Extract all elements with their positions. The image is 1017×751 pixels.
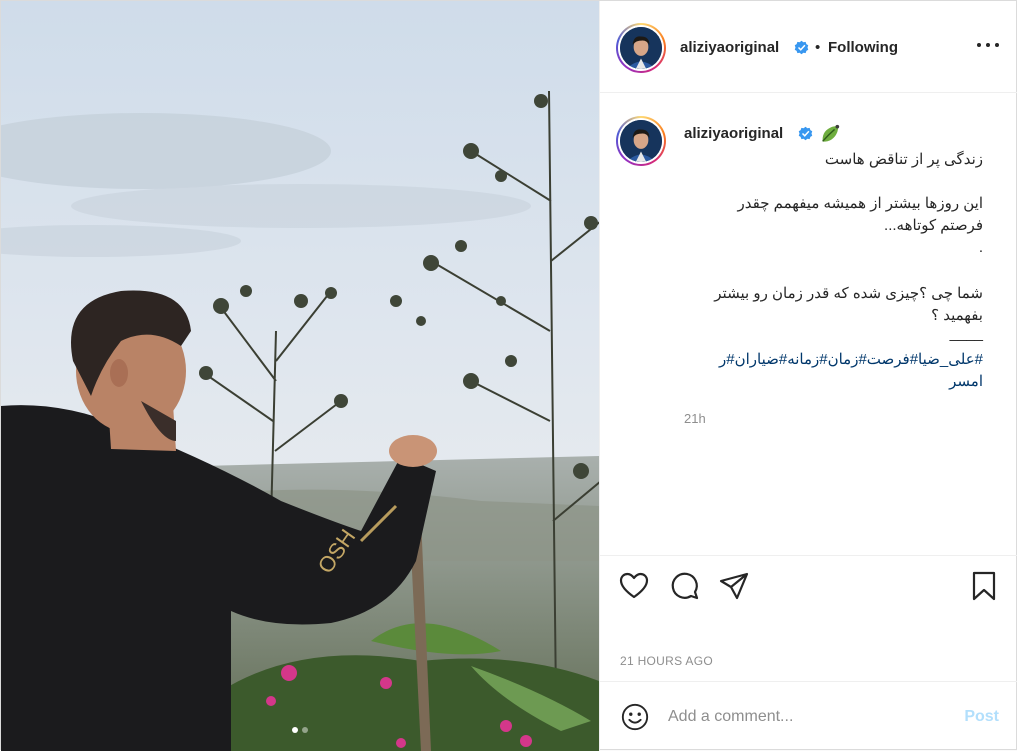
- action-bar: 21 HOURS AGO: [600, 555, 1017, 681]
- caption-hashtags[interactable]: امسر: [949, 371, 983, 393]
- verified-badge-icon: [798, 126, 813, 141]
- more-options-icon[interactable]: [977, 34, 999, 56]
- caption-username[interactable]: aliziyaoriginal: [684, 125, 783, 142]
- caption-hashtags[interactable]: #علی_ضیا#فرصت#زمان#زمانه#ضیاران#ر: [719, 349, 983, 371]
- comment-icon[interactable]: [668, 570, 700, 602]
- post-photo[interactable]: OSH: [1, 1, 599, 751]
- carousel-dot: [302, 727, 308, 733]
- instagram-post: OSH aliziyaoriginal • Following aliziyao…: [0, 0, 1017, 751]
- comment-bar: Post: [600, 681, 1017, 751]
- carousel-indicator: [1, 727, 599, 733]
- leaf-emoji-icon: [822, 124, 840, 142]
- heart-icon[interactable]: [618, 570, 650, 602]
- carousel-dot-active: [292, 727, 298, 733]
- emoji-icon[interactable]: [620, 702, 650, 732]
- post-author-username[interactable]: aliziyaoriginal: [680, 39, 779, 56]
- avatar-icon: [620, 27, 662, 69]
- following-button[interactable]: Following: [828, 39, 898, 56]
- photo-scene: OSH: [1, 1, 599, 751]
- verified-badge-icon: [794, 40, 809, 55]
- share-icon[interactable]: [718, 570, 750, 602]
- post-details-panel: aliziyaoriginal • Following aliziyaorigi…: [599, 1, 1017, 751]
- comment-input[interactable]: [668, 706, 938, 728]
- caption-line: شما چی ؟چیزی شده که قدر زمان رو بیشتر: [714, 285, 983, 302]
- caption-line: این روزها بیشتر از همیشه میفهمم چقدر: [737, 195, 983, 212]
- caption-line: زندگی پر از تناقض هاست: [824, 151, 983, 168]
- avatar[interactable]: [616, 23, 666, 73]
- bookmark-icon[interactable]: [968, 570, 1000, 602]
- caption-avatar[interactable]: [616, 116, 666, 166]
- caption-line: .: [978, 239, 983, 256]
- caption-time-ago[interactable]: 21h: [684, 411, 706, 426]
- caption-section: aliziyaoriginal زندگی پر از تناقض هاست ا…: [600, 94, 1017, 554]
- avatar-icon: [620, 120, 662, 162]
- caption-line: ____: [949, 325, 983, 342]
- post-header: aliziyaoriginal • Following: [600, 1, 1017, 93]
- post-comment-button[interactable]: Post: [964, 708, 999, 726]
- caption-line: فرصتم کوتاهه...: [884, 217, 983, 234]
- separator-dot: •: [815, 39, 821, 56]
- post-date[interactable]: 21 HOURS AGO: [620, 654, 713, 668]
